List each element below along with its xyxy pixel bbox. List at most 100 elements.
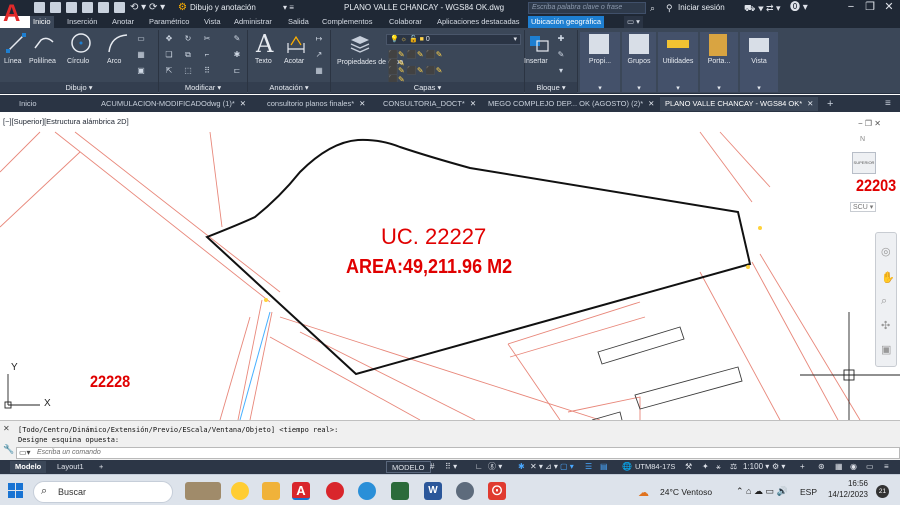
ucs-menu[interactable]: SCU ▾ — [850, 202, 877, 212]
open-file-icon[interactable] — [50, 2, 61, 13]
doc-tab[interactable]: ACUMULACION-MODIFICADOdwg (1)* ✕ — [96, 97, 251, 111]
grid-icon[interactable]: # — [430, 462, 434, 472]
attribute-icon[interactable]: ▾ — [556, 66, 566, 75]
new-tab-button[interactable]: + — [822, 97, 838, 111]
tab-aplicaciones[interactable]: Aplicaciones destacadas — [434, 16, 523, 28]
panel-title-bloque[interactable]: Bloque ▾ — [525, 82, 577, 93]
groups-group[interactable]: Grupos ▾ — [622, 32, 656, 92]
help-icon[interactable]: ⓿ ▾ — [790, 0, 808, 15]
isolate-icon[interactable]: ⊛ — [818, 462, 825, 472]
cart-icon[interactable]: ⛟ ▾ — [744, 1, 764, 15]
file-explorer-icon[interactable] — [262, 482, 280, 500]
lineweight-icon[interactable]: ☰ — [585, 462, 592, 472]
selection-cycle-icon[interactable]: ▢ ▾ — [560, 462, 574, 472]
autocad-logo[interactable]: A — [3, 1, 27, 27]
text-icon[interactable]: A — [256, 31, 273, 57]
clock-time[interactable]: 16:56 — [828, 479, 868, 488]
close-icon[interactable]: ✕ — [648, 99, 654, 108]
wrench-icon[interactable]: 🔧 — [3, 444, 14, 455]
snap-icon[interactable]: ⠿ ▾ — [445, 462, 457, 472]
stretch-icon[interactable]: ⇱ — [164, 66, 174, 75]
plot-icon[interactable] — [114, 2, 125, 13]
table-icon[interactable]: ▦ — [314, 66, 324, 75]
edit-block-icon[interactable]: ✎ — [556, 50, 566, 59]
close-icon[interactable]: ✕ — [240, 99, 246, 108]
insert-block-icon[interactable] — [528, 32, 550, 54]
close-button[interactable]: ✕ — [880, 0, 898, 16]
doc-tab[interactable]: MEGO COMPLEJO DEP... OK (AGOSTO) (2)* ✕ — [483, 97, 659, 111]
layer-dropdown[interactable]: 💡 ☼ 🔓 ■ 0 ▾ — [386, 34, 521, 45]
utilities-group[interactable]: Utilidades ▾ — [658, 32, 698, 92]
fillet-icon[interactable]: ⌐ — [202, 50, 212, 59]
tab-administrar[interactable]: Administrar — [231, 16, 275, 28]
pdf-icon[interactable]: ⨀ — [488, 482, 506, 500]
tab-parametrico[interactable]: Paramétrico — [146, 16, 192, 28]
dimension-icon[interactable] — [285, 33, 307, 55]
new-file-icon[interactable] — [34, 2, 45, 13]
doc-tab[interactable]: CONSULTORIA_DOCT* ✕ — [378, 97, 481, 111]
tab-salida[interactable]: Salida — [285, 16, 312, 28]
layer-state-icon[interactable]: ⬛✎ ⬛✎ ⬛✎ ⬛✎ — [388, 66, 458, 84]
tab-insercion[interactable]: Inserción — [64, 16, 100, 28]
windows-start-icon[interactable] — [8, 483, 24, 499]
undo-icon[interactable]: ⟲ ▾ ⟳ ▾ — [130, 0, 165, 15]
search-input[interactable]: Escriba palabra clave o frase — [528, 2, 646, 14]
zoom-icon[interactable]: ⌕ — [881, 295, 887, 308]
edge-icon[interactable] — [358, 482, 376, 500]
chevron-down-icon[interactable]: ▾ ≡ — [283, 1, 294, 15]
signin-button[interactable]: Iniciar sesión — [678, 1, 725, 15]
layer-properties-icon[interactable] — [349, 32, 371, 54]
taskbar-search[interactable]: Buscar — [33, 481, 173, 503]
connect-icon[interactable]: ⇄ ▾ — [766, 1, 781, 15]
coordinate-system[interactable]: UTM84-17S — [635, 462, 675, 472]
tab-inicio[interactable]: Inicio — [30, 16, 54, 28]
web-icon[interactable] — [98, 2, 109, 13]
properties-group[interactable]: Propi... ▾ — [580, 32, 620, 92]
isolate-objects-icon[interactable]: ◉ — [850, 462, 857, 472]
autoscale-icon[interactable]: ⚹ — [716, 462, 721, 472]
explode-icon[interactable]: ✱ — [232, 50, 242, 59]
circle-icon[interactable] — [70, 32, 92, 54]
panel-title-modificar[interactable]: Modificar ▾ — [159, 82, 247, 93]
gradient-icon[interactable]: ▣ — [136, 66, 146, 75]
clock-date[interactable]: 14/12/2023 — [820, 490, 868, 499]
tab-ubicacion-geografica[interactable]: Ubicación geográfica — [528, 16, 605, 28]
tab-layout1[interactable]: Layout1 — [52, 461, 89, 473]
move-icon[interactable]: ✥ — [164, 34, 174, 43]
showmotion-icon[interactable]: ▣ — [881, 343, 891, 356]
orbit-icon[interactable]: ✣ — [881, 319, 890, 332]
dynamic-input-icon[interactable]: ⊿ ▾ — [545, 462, 558, 472]
viewport-controls-icon[interactable]: − ❐ ✕ — [858, 119, 881, 128]
weather-text[interactable]: 24°C Ventoso — [660, 487, 712, 497]
command-input[interactable]: Escriba un comando — [16, 447, 900, 459]
create-block-icon[interactable]: ✚ — [556, 34, 566, 43]
doc-tab-active[interactable]: PLANO VALLE CHANCAY - WGS84 OK* ✕ — [660, 97, 819, 111]
rectangle-icon[interactable]: ▭ — [136, 34, 146, 43]
app-icon[interactable] — [456, 482, 474, 500]
pan-icon[interactable]: ✋ — [881, 271, 895, 284]
panel-toggle-icon[interactable]: ▭ ▾ — [624, 16, 643, 28]
navigation-bar[interactable]: ◎ ✋ ⌕ ✣ ▣ — [875, 232, 897, 367]
polyline-icon[interactable] — [33, 32, 55, 54]
annotation-visibility-icon[interactable]: ✦ — [702, 462, 709, 472]
panel-title-capas[interactable]: Capas ▾ — [331, 82, 524, 93]
add-layout-button[interactable]: + — [94, 461, 108, 473]
chrome-icon[interactable] — [231, 482, 249, 500]
steering-wheel-icon[interactable]: ◎ — [881, 245, 891, 258]
copy-icon[interactable]: ❏ — [164, 50, 174, 59]
doc-tab-start[interactable]: Inicio — [14, 97, 42, 111]
ortho-icon[interactable]: ∟ — [475, 462, 483, 472]
panel-title-dibujo[interactable]: Dibujo ▾ — [0, 82, 158, 93]
doc-tab[interactable]: consultorio planos finales* ✕ — [262, 97, 370, 111]
minimize-button[interactable]: − — [842, 0, 860, 16]
multileader-icon[interactable]: ↗ — [314, 50, 324, 59]
erase-icon[interactable]: ✎ — [232, 34, 242, 43]
panel-title-anotacion[interactable]: Anotación ▾ — [248, 82, 330, 93]
tab-menu-icon[interactable]: ≡ — [880, 97, 896, 111]
line-icon[interactable] — [5, 32, 27, 54]
model-space-button[interactable]: MODELO — [386, 461, 431, 473]
annotation-icon[interactable]: ⚒ — [685, 462, 692, 472]
close-icon[interactable]: ✕ — [807, 99, 813, 108]
mirror-icon[interactable]: ⧉ — [183, 50, 193, 59]
hatch-icon[interactable]: ▦ — [136, 50, 146, 59]
